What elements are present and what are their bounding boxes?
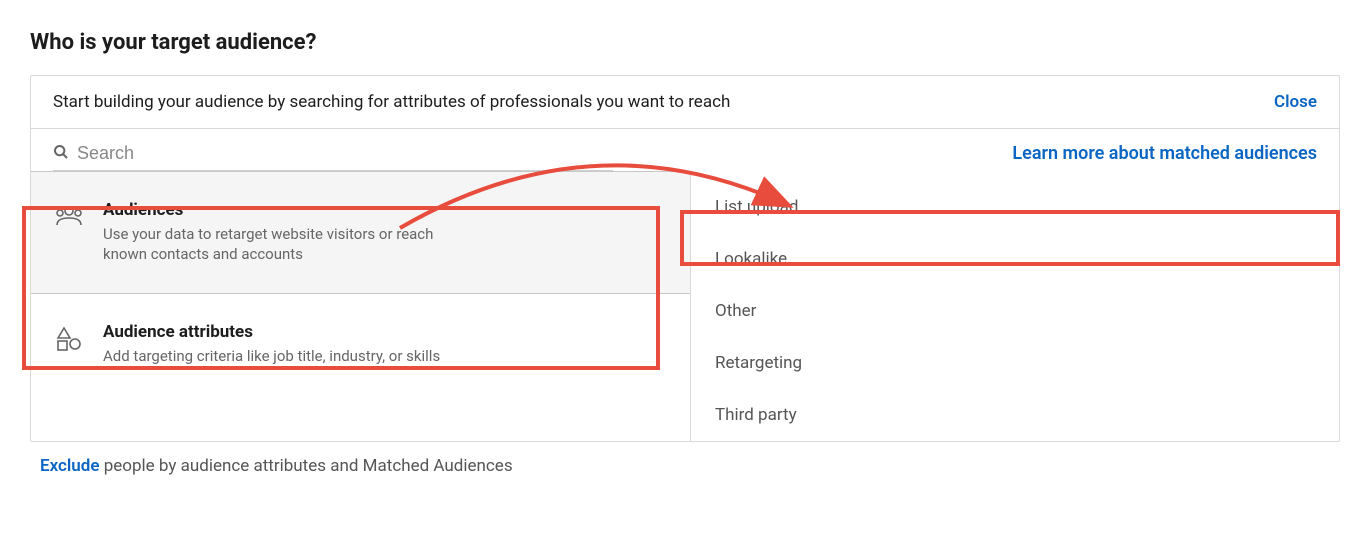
shapes-icon (55, 326, 83, 356)
option-desc: Add targeting criteria like job title, i… (103, 346, 443, 366)
option-desc: Use your data to retarget website visito… (103, 224, 443, 265)
panels: Audiences Use your data to retarget webs… (31, 171, 1339, 441)
option-title: Audiences (103, 200, 666, 220)
footer-line: Exclude people by audience attributes an… (30, 442, 1340, 490)
option-title: Audience attributes (103, 322, 666, 342)
learn-more-link[interactable]: Learn more about matched audiences (1012, 143, 1317, 164)
header-instruction: Start building your audience by searchin… (53, 92, 730, 112)
sub-item-other[interactable]: Other (691, 285, 1339, 337)
option-text: Audiences Use your data to retarget webs… (103, 200, 666, 265)
sub-item-lookalike[interactable]: Lookalike (691, 233, 1339, 285)
footer-rest: people by audience attributes and Matche… (100, 456, 513, 476)
sub-item-retargeting[interactable]: Retargeting (691, 337, 1339, 389)
card-header: Start building your audience by searchin… (31, 76, 1339, 129)
sub-item-list-upload[interactable]: List upload (691, 181, 1339, 233)
audience-card: Start building your audience by searchin… (30, 75, 1340, 442)
exclude-link[interactable]: Exclude (40, 456, 100, 476)
audiences-icon (55, 204, 83, 230)
search-wrap (53, 143, 1012, 164)
search-row: Learn more about matched audiences (31, 129, 1339, 170)
option-text: Audience attributes Add targeting criter… (103, 322, 666, 366)
close-button[interactable]: Close (1274, 92, 1317, 112)
left-panel: Audiences Use your data to retarget webs… (31, 171, 691, 441)
sub-item-third-party[interactable]: Third party (691, 389, 1339, 441)
right-panel: List upload Lookalike Other Retargeting … (691, 171, 1339, 441)
option-audiences[interactable]: Audiences Use your data to retarget webs… (31, 171, 690, 294)
option-audience-attributes[interactable]: Audience attributes Add targeting criter… (31, 294, 690, 394)
page-title: Who is your target audience? (30, 30, 1340, 55)
search-input[interactable] (77, 143, 1012, 164)
search-icon (53, 144, 69, 164)
